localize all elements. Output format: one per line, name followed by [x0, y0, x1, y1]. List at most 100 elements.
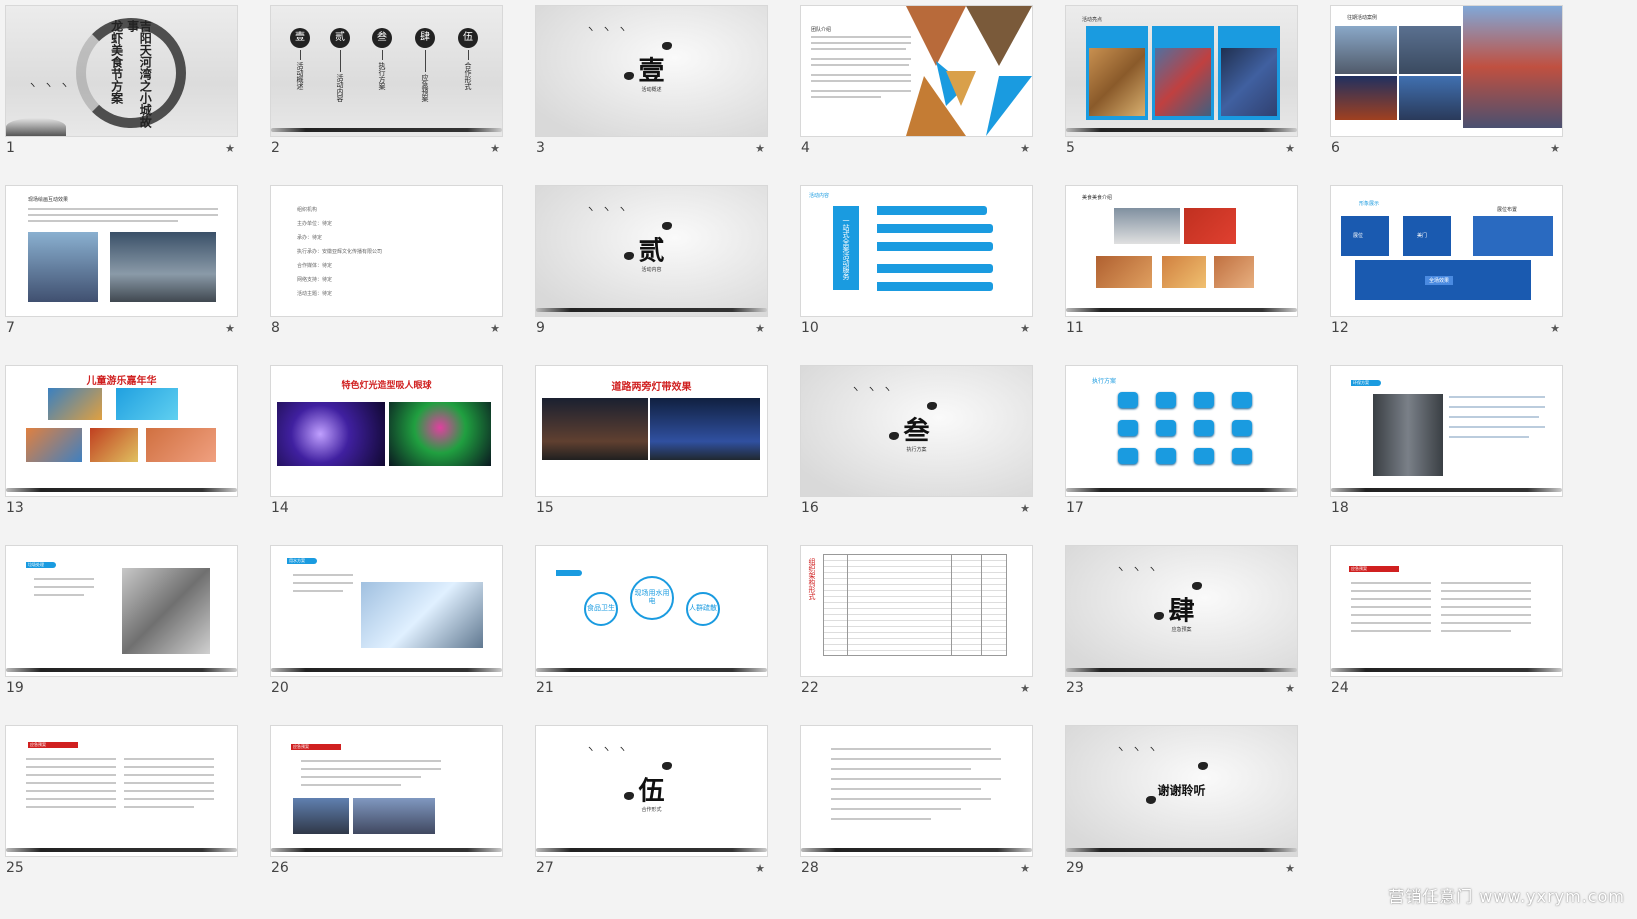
slide-24[interactable]: 应急预案 — [1331, 546, 1562, 676]
slide-thumb-4[interactable]: 团队介绍 4 ★ — [801, 6, 1032, 178]
birds-decoration: ヽ ヽ ヽ — [586, 205, 629, 215]
slide-title: 儿童游乐嘉年华 — [86, 376, 157, 387]
slide-thumb-25[interactable]: 应急预案 25 — [6, 726, 237, 898]
slide-22[interactable]: 组织架构形式 — [801, 546, 1032, 676]
slide-thumb-26[interactable]: 应急预案 26 — [271, 726, 502, 898]
slide-thumb-19[interactable]: 垃圾处理 19 — [6, 546, 237, 718]
slide-thumb-9[interactable]: ヽ ヽ ヽ 贰 活动内容 9 ★ — [536, 186, 767, 358]
watermark: 营销任意门 www.yxrym.com — [1388, 887, 1625, 906]
slide-thumb-28[interactable]: 28 ★ — [801, 726, 1032, 898]
slide-heading: 往期活动案例 — [1347, 15, 1378, 21]
slide-heading: 垃圾处理 — [28, 562, 44, 567]
slide-2[interactable]: 壹 活动概述 贰 活动内容 叁 执行方案 肆 应急预案 伍 合作形式 — [271, 6, 502, 136]
slide-4[interactable]: 团队介绍 — [801, 6, 1032, 136]
slide-5[interactable]: 活动亮点 — [1066, 6, 1297, 136]
animation-star-icon[interactable]: ★ — [755, 862, 765, 875]
animation-star-icon[interactable]: ★ — [1020, 682, 1030, 695]
booth-image: 全场效果 — [1355, 260, 1531, 300]
section-number: 伍 — [638, 776, 665, 807]
photo — [1114, 208, 1180, 244]
topic-bubble: 人群疏散 — [686, 592, 720, 626]
slide-thumb-17[interactable]: 执行方案 17 — [1066, 366, 1297, 538]
animation-star-icon[interactable]: ★ — [1020, 502, 1030, 515]
animation-star-icon[interactable]: ★ — [1285, 682, 1295, 695]
slide-28[interactable] — [801, 726, 1032, 856]
animation-star-icon[interactable]: ★ — [755, 142, 765, 155]
slide-thumb-13[interactable]: 儿童游乐嘉年华 13 — [6, 366, 237, 538]
slide-number: 24 — [1331, 680, 1349, 696]
slide-18[interactable]: 环保方案 — [1331, 366, 1562, 496]
slide-heading: 团队介绍 — [811, 27, 832, 33]
slide-thumb-5[interactable]: 活动亮点 5 ★ — [1066, 6, 1297, 178]
slide-thumb-22[interactable]: 组织架构形式 22 ★ — [801, 546, 1032, 718]
slide-thumb-14[interactable]: 特色灯光造型吸人眼球 14 — [271, 366, 502, 538]
slide-21[interactable]: 食品卫生 现场用水用电 人群疏散 — [536, 546, 767, 676]
slide-thumb-24[interactable]: 应急预案 24 — [1331, 546, 1562, 718]
side-title: 组织架构形式 — [808, 558, 816, 600]
slide-heading: 执行方案 — [1092, 378, 1117, 385]
slide-number: 4 — [801, 140, 810, 156]
slide-20[interactable]: 用水方案 — [271, 546, 502, 676]
slide-17[interactable]: 执行方案 — [1066, 366, 1297, 496]
slide-thumb-20[interactable]: 用水方案 20 — [271, 546, 502, 718]
slide-15[interactable]: 道路两旁灯带效果 — [536, 366, 767, 496]
slide-thumb-7[interactable]: 现场绘画互动效果 7 ★ — [6, 186, 237, 358]
slide-heading: 现场绘画互动效果 — [28, 197, 69, 203]
slide-7[interactable]: 现场绘画互动效果 — [6, 186, 237, 316]
slide-16[interactable]: ヽ ヽ ヽ 叁 执行方案 — [801, 366, 1032, 496]
topic-bubble: 现场用水用电 — [630, 576, 674, 620]
text-line: 合作媒体：待定 — [297, 263, 333, 269]
animation-star-icon[interactable]: ★ — [1020, 322, 1030, 335]
animation-star-icon[interactable]: ★ — [1020, 862, 1030, 875]
toc-item: 贰 活动内容 — [329, 28, 351, 102]
slide-9[interactable]: ヽ ヽ ヽ 贰 活动内容 — [536, 186, 767, 316]
slide-10[interactable]: 活动内容 一站式全案活动服务 — [801, 186, 1032, 316]
side-title: 一站式全案活动服务 — [833, 206, 859, 290]
animation-star-icon[interactable]: ★ — [225, 322, 235, 335]
slide-14[interactable]: 特色灯光造型吸人眼球 — [271, 366, 502, 496]
photo — [110, 232, 216, 302]
slide-thumb-18[interactable]: 环保方案 18 — [1331, 366, 1562, 538]
slide-thumb-23[interactable]: ヽ ヽ ヽ 肆 应急预案 23 ★ — [1066, 546, 1297, 718]
slide-thumb-15[interactable]: 道路两旁灯带效果 15 — [536, 366, 767, 538]
animation-star-icon[interactable]: ★ — [490, 322, 500, 335]
animation-star-icon[interactable]: ★ — [1285, 862, 1295, 875]
slide-thumb-6[interactable]: 往期活动案例 6 ★ — [1331, 6, 1562, 178]
animation-star-icon[interactable]: ★ — [1550, 142, 1560, 155]
slide-12[interactable]: 形象展示 展位布置 展位 美门 全场效果 — [1331, 186, 1562, 316]
slide-thumb-29[interactable]: ヽ ヽ ヽ 谢谢聆听 29 ★ — [1066, 726, 1297, 898]
slide-8[interactable]: 组织机构 主办单位：待定 承办：待定 执行承办：安徽亚辉文化传播有限公司 合作媒… — [271, 186, 502, 316]
slide-thumb-3[interactable]: ヽ ヽ ヽ 壹 活动概述 3 ★ — [536, 6, 767, 178]
slide-thumb-27[interactable]: ヽ ヽ ヽ 伍 合作形式 27 ★ — [536, 726, 767, 898]
slide-number: 21 — [536, 680, 554, 696]
slide-11[interactable]: 美食美食介绍 — [1066, 186, 1297, 316]
slide-1[interactable]: 吉阳天河湾之小城故事 龙虾美食节方案 ヽ ヽ ヽ — [6, 6, 237, 136]
animation-star-icon[interactable]: ★ — [1020, 142, 1030, 155]
slide-25[interactable]: 应急预案 — [6, 726, 237, 856]
animation-star-icon[interactable]: ★ — [225, 142, 235, 155]
slide-number: 11 — [1066, 320, 1084, 336]
slide-thumb-2[interactable]: 壹 活动概述 贰 活动内容 叁 执行方案 肆 应急预案 伍 合作形式 2 ★ — [271, 6, 502, 178]
slide-13[interactable]: 儿童游乐嘉年华 — [6, 366, 237, 496]
slide-thumb-21[interactable]: 食品卫生 现场用水用电 人群疏散 21 — [536, 546, 767, 718]
animation-star-icon[interactable]: ★ — [1285, 142, 1295, 155]
slide-thumb-1[interactable]: 吉阳天河湾之小城故事 龙虾美食节方案 ヽ ヽ ヽ 1 ★ — [6, 6, 237, 178]
booth-image: 展位 — [1341, 216, 1389, 256]
slide-29[interactable]: ヽ ヽ ヽ 谢谢聆听 — [1066, 726, 1297, 856]
slide-thumb-11[interactable]: 美食美食介绍 11 — [1066, 186, 1297, 358]
closing-text: 谢谢聆听 — [1157, 783, 1206, 798]
slide-thumb-12[interactable]: 形象展示 展位布置 展位 美门 全场效果 12 ★ — [1331, 186, 1562, 358]
slide-6[interactable]: 往期活动案例 — [1331, 6, 1562, 136]
slide-26[interactable]: 应急预案 — [271, 726, 502, 856]
animation-star-icon[interactable]: ★ — [490, 142, 500, 155]
animation-star-icon[interactable]: ★ — [1550, 322, 1560, 335]
slide-thumb-10[interactable]: 活动内容 一站式全案活动服务 10 ★ — [801, 186, 1032, 358]
slide-thumb-8[interactable]: 组织机构 主办单位：待定 承办：待定 执行承办：安徽亚辉文化传播有限公司 合作媒… — [271, 186, 502, 358]
animation-star-icon[interactable]: ★ — [755, 322, 765, 335]
slide-27[interactable]: ヽ ヽ ヽ 伍 合作形式 — [536, 726, 767, 856]
slide-3[interactable]: ヽ ヽ ヽ 壹 活动概述 — [536, 6, 767, 136]
slide-19[interactable]: 垃圾处理 — [6, 546, 237, 676]
photo-panel — [1152, 26, 1214, 120]
slide-23[interactable]: ヽ ヽ ヽ 肆 应急预案 — [1066, 546, 1297, 676]
slide-thumb-16[interactable]: ヽ ヽ ヽ 叁 执行方案 16 ★ — [801, 366, 1032, 538]
